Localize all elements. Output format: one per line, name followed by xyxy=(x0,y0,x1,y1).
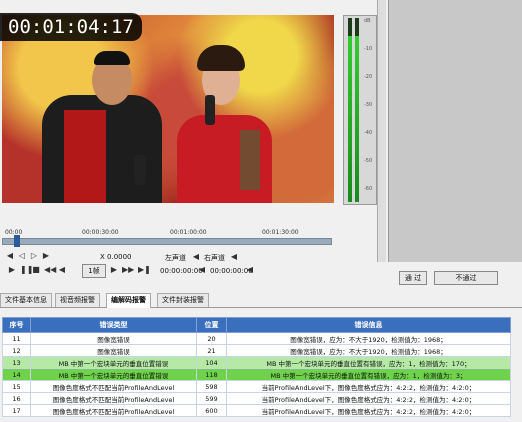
row-position: 600 xyxy=(196,404,227,417)
mark-in-icon[interactable]: ◀ xyxy=(198,266,206,274)
table-row[interactable]: 17 图像色度格式不匹配当前ProfileAndLevel 600 当前Profile… xyxy=(2,404,511,417)
step-back-icon[interactable]: ◀ xyxy=(58,266,66,274)
next-marker-icon[interactable]: ▷ xyxy=(30,252,38,260)
audio-level-meter: dB -10 -20 -30 -40 -50 -60 xyxy=(343,15,377,205)
row-index: 13 xyxy=(2,356,31,369)
meter-label: -20 xyxy=(364,74,373,80)
vertical-scrollbar[interactable] xyxy=(377,0,386,262)
table-row[interactable]: 16 图像色度格式不匹配当前ProfileAndLevel 599 当前Profile… xyxy=(2,392,511,405)
right-channel-arrow-icon[interactable]: ◀ xyxy=(230,253,238,261)
row-index: 11 xyxy=(2,332,31,345)
timecode-overlay: 00:01:04:17 xyxy=(0,13,142,41)
column-header-error-info: 错误信息 xyxy=(226,317,511,333)
tab-codec-alarm[interactable]: 编解码报警 xyxy=(106,293,151,308)
tab-av-alarm[interactable]: 视音频报警 xyxy=(55,293,100,307)
meter-label: -10 xyxy=(364,46,373,52)
prev-marker-icon[interactable]: ◁ xyxy=(18,252,26,260)
column-header-position: 位置 xyxy=(196,317,227,333)
report-tabs: 文件基本信息 视音频报警 编解码报警 文件封装报警 xyxy=(0,293,522,308)
right-channel-label: 右声道 xyxy=(204,254,225,262)
rewind-icon[interactable]: ◀ xyxy=(6,252,14,260)
timeline-tick: 00:01:00:00 xyxy=(170,229,207,236)
meter-label: dB xyxy=(364,18,371,24)
row-index: 14 xyxy=(2,368,31,381)
stop-icon[interactable]: ■ xyxy=(32,266,40,274)
fast-rewind-icon[interactable]: ◀◀ xyxy=(44,266,56,274)
jump-end-icon[interactable]: ▶❚ xyxy=(138,266,151,274)
row-error-type: 图像色度格式不匹配当前ProfileAndLevel xyxy=(30,380,197,393)
row-error-type: MB 中第一个宏块单元的垂直位置错误 xyxy=(30,368,197,381)
column-header-index: 序号 xyxy=(2,317,31,333)
tab-container-alarm[interactable]: 文件封装报警 xyxy=(157,293,209,307)
timeline-tick: 00:00:30:00 xyxy=(82,229,119,236)
pass-button[interactable]: 通 过 xyxy=(399,271,427,285)
video-preview xyxy=(2,15,334,203)
frame-step-select[interactable]: 1帧 xyxy=(82,264,106,278)
row-position: 21 xyxy=(196,344,227,357)
meter-label: -50 xyxy=(364,158,373,164)
row-error-type: 图像色度格式不匹配当前ProfileAndLevel xyxy=(30,392,197,405)
row-error-type: MB 中第一个宏块单元的垂直位置错误 xyxy=(30,356,197,369)
row-position: 598 xyxy=(196,380,227,393)
row-error-info: 图像宽错误，应为：不大于1920，检测值为：1968； xyxy=(226,344,511,357)
row-position: 104 xyxy=(196,356,227,369)
row-error-info: 当前ProfileAndLevel下，图像色度格式应为：4:2:2，检测值为：4… xyxy=(226,380,511,393)
column-header-error-type: 错误类型 xyxy=(30,317,197,333)
meter-label: -30 xyxy=(364,102,373,108)
row-index: 15 xyxy=(2,380,31,393)
row-error-info: 当前ProfileAndLevel下，图像色度格式应为：4:2:2，检测值为：4… xyxy=(226,392,511,405)
codec-alarm-table: 序号 错误类型 位置 错误信息 11 图像宽错误 20 图像宽错误，应为：不大于192… xyxy=(2,317,511,417)
table-row[interactable]: 12 图像宽错误 21 图像宽错误，应为：不大于1920，检测值为：1968； xyxy=(2,344,511,357)
mark-out-icon[interactable]: ◀ xyxy=(246,266,254,274)
table-row[interactable]: 13 MB 中第一个宏块单元的垂直位置错误 104 MB 中第一个宏块单元的垂直位置有… xyxy=(2,356,511,369)
row-position: 20 xyxy=(196,332,227,345)
step-forward-icon[interactable]: ▶ xyxy=(110,266,118,274)
timeline-playhead[interactable] xyxy=(14,235,20,247)
row-error-info: 当前ProfileAndLevel下，图像色度格式应为：4:2:2，检测值为：4… xyxy=(226,404,511,417)
row-error-info: MB 中第一个宏块单元的垂直位置有错误，应为：1，检测值为：3； xyxy=(226,368,511,381)
left-channel-arrow-icon[interactable]: ◀ xyxy=(192,253,200,261)
row-error-info: 图像宽错误，应为：不大于1920，检测值为：1968； xyxy=(226,332,511,345)
right-info-panel xyxy=(388,0,522,262)
fast-forward-icon[interactable]: ▶▶ xyxy=(122,266,134,274)
timeline-track[interactable] xyxy=(2,238,332,245)
row-position: 118 xyxy=(196,368,227,381)
row-error-type: 图像宽错误 xyxy=(30,332,197,345)
tab-file-basic-info[interactable]: 文件基本信息 xyxy=(0,293,52,307)
pause-icon[interactable]: ❚❚ xyxy=(20,266,33,274)
table-row[interactable]: 14 MB 中第一个宏块单元的垂直位置错误 118 MB 中第一个宏块单元的垂直位置有… xyxy=(2,368,511,381)
playback-speed: X 0.0000 xyxy=(100,253,132,261)
table-row[interactable]: 11 图像宽错误 20 图像宽错误，应为：不大于1920，检测值为：1968； xyxy=(2,332,511,345)
row-index: 12 xyxy=(2,344,31,357)
row-error-info: MB 中第一个宏块单元的垂直位置有错误，应为：1，检测值为：170； xyxy=(226,356,511,369)
left-channel-level xyxy=(348,36,352,202)
meter-label: -40 xyxy=(364,130,373,136)
row-index: 16 xyxy=(2,392,31,405)
current-time: 00:00:00:00 xyxy=(160,267,203,275)
forward-icon[interactable]: ▶ xyxy=(42,252,50,260)
row-index: 17 xyxy=(2,404,31,417)
row-error-type: 图像色度格式不匹配当前ProfileAndLevel xyxy=(30,404,197,417)
row-error-type: 图像宽错误 xyxy=(30,344,197,357)
play-icon[interactable]: ▶ xyxy=(8,266,16,274)
left-channel-label: 左声道 xyxy=(165,254,186,262)
right-channel-level xyxy=(355,36,359,202)
row-position: 599 xyxy=(196,392,227,405)
fail-button[interactable]: 不通过 xyxy=(434,271,498,285)
table-row[interactable]: 15 图像色度格式不匹配当前ProfileAndLevel 598 当前Profile… xyxy=(2,380,511,393)
table-header-row: 序号 错误类型 位置 错误信息 xyxy=(2,317,511,333)
timeline-tick: 00:01:30:00 xyxy=(262,229,299,236)
meter-label: -60 xyxy=(364,186,373,192)
